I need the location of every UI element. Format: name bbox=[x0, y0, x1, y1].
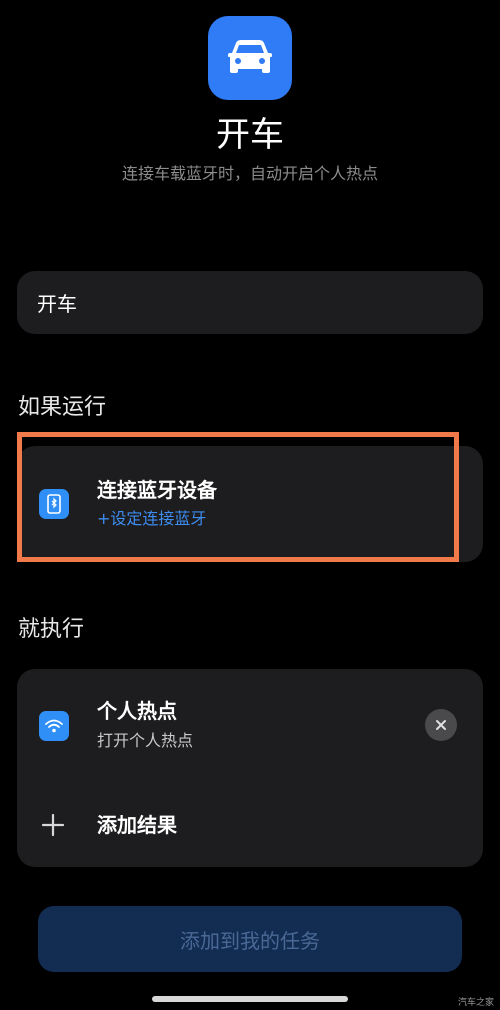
close-icon bbox=[436, 720, 446, 730]
hotspot-title: 个人热点 bbox=[97, 699, 177, 723]
home-indicator[interactable] bbox=[152, 996, 348, 1002]
trigger-section-label: 如果运行 bbox=[18, 395, 107, 420]
hotspot-subtitle: 打开个人热点 bbox=[97, 731, 194, 750]
add-result-button[interactable]: 添加结果 bbox=[97, 811, 177, 839]
watermark: 汽车之家 bbox=[457, 998, 494, 1008]
add-to-my-tasks-button[interactable]: 添加到我的任务 bbox=[38, 906, 462, 972]
remove-hotspot-button[interactable] bbox=[425, 709, 457, 741]
car-icon bbox=[228, 40, 272, 73]
action-section-label: 就执行 bbox=[18, 617, 85, 642]
highlight-annotation-box bbox=[17, 432, 459, 562]
app-icon bbox=[208, 16, 292, 100]
action-card: 个人热点 打开个人热点 添加结果 bbox=[17, 669, 483, 867]
wifi-hotspot-icon bbox=[39, 711, 69, 741]
page-subtitle: 连接车载蓝牙时，自动开启个人热点 bbox=[121, 164, 378, 183]
task-name-field[interactable]: 开车 bbox=[17, 271, 483, 334]
plus-icon bbox=[40, 812, 66, 838]
task-name-value: 开车 bbox=[37, 292, 77, 316]
page-title: 开车 bbox=[216, 115, 284, 155]
